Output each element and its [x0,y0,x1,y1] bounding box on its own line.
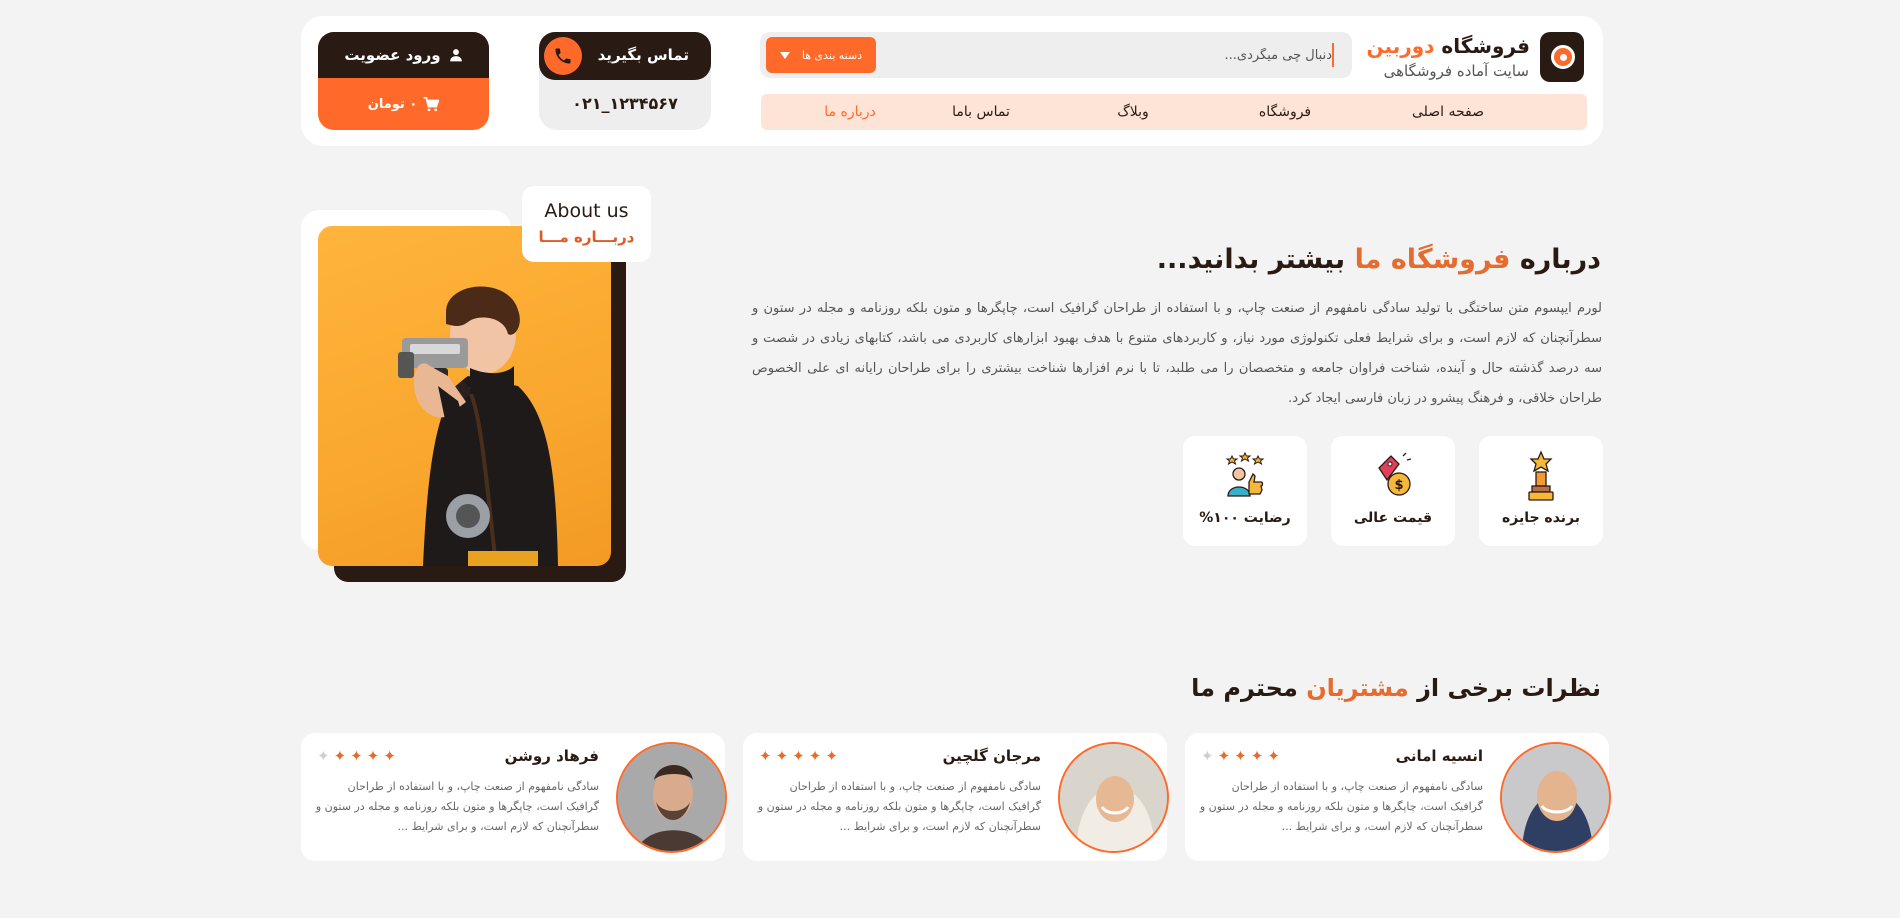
star-icon: ✦ [759,747,772,765]
phone-icon [544,37,582,75]
star-icon: ✦ [825,747,838,765]
search-input[interactable] [952,43,1332,67]
phone-number[interactable]: ۰۲۱_۱۲۳۴۵۶۷ [539,94,711,113]
nav-item[interactable]: تماس باما [905,104,1057,120]
rating-stars: ✦ ✦ ✦ ✦ ✦ [317,747,396,765]
star-icon: ✦ [1217,747,1231,765]
brand-accent: دوربین [1366,34,1435,58]
search-bar: دسته بندی ها [760,32,1352,78]
review-text: سادگی نامفهوم از صنعت چاپ، و با استفاده … [315,780,599,833]
star-empty-icon: ✦ [1201,747,1214,765]
reviewer-name: فرهاد روشن [504,747,599,765]
testimonial-card: انسیه امانی ✦ ✦ ✦ ✦ ✦ سادگی نامفهوم از ص… [1185,733,1611,861]
avatar [1058,742,1169,853]
reviewer-name: مرجان گلچین [942,747,1041,765]
star-icon: ✦ [808,747,822,765]
star-icon: ✦ [350,747,363,765]
about-tag-fa: دربـــاره مـــا [538,228,635,246]
feature-card: $ قیمت عالی [1331,436,1455,546]
caret-down-icon [779,51,790,59]
rating-stars: ✦ ✦ ✦ ✦ ✦ [759,747,838,765]
about-title-post: بیشتر بدانید... [1156,244,1346,275]
avatar [1500,742,1611,853]
about-title-accent: فروشگاه ما [1354,244,1511,275]
reviewer-name: انسیه امانی [1395,747,1483,765]
feature-card: رضایت ۱۰۰% [1183,436,1307,546]
about-paragraph: لورم ایپسوم متن ساختگی با تولید سادگی نا… [752,301,1602,406]
svg-text:$: $ [1394,478,1403,493]
about-tag-en: About us [544,200,629,222]
cart-icon [423,96,440,111]
testimonials-title-accent: مشتریان [1306,674,1409,702]
brand-main: فروشگاه [1441,34,1530,58]
star-empty-icon: ✦ [317,747,330,765]
testimonial-card: فرهاد روشن ✦ ✦ ✦ ✦ ✦ سادگی نامفهوم از صن… [301,733,727,861]
brand-tagline: سایت آماده فروشگاهی [1383,62,1529,80]
cart-total: ۰ تومان [367,96,418,112]
account-box: ورود عضویت ۰ تومان [318,32,489,130]
star-icon: ✦ [775,747,789,765]
camera-logo-icon[interactable] [1540,32,1584,82]
nav-item[interactable]: فروشگاه [1209,104,1361,120]
categories-label: دسته بندی ها [801,48,863,62]
feature-label: رضایت ۱۰۰% [1199,510,1291,526]
about-title-pre: درباره [1519,244,1601,275]
user-icon [449,49,462,62]
review-text: سادگی نامفهوم از صنعت چاپ، و با استفاده … [1199,780,1483,833]
nav-item[interactable]: صفحه اصلی [1361,104,1535,120]
cart-button[interactable]: ۰ تومان [318,78,489,130]
star-icon: ✦ [333,747,347,765]
contact-button[interactable]: تماس بگیرید [539,32,711,80]
contact-label: تماس بگیرید [597,46,689,64]
price-tag-icon: $ [1373,450,1413,502]
feature-label: قیمت عالی [1353,510,1433,526]
about-tag: About us دربـــاره مـــا [522,186,651,262]
search-separator [1332,43,1334,67]
star-icon: ✦ [1250,747,1264,765]
star-icon: ✦ [1234,747,1247,765]
testimonials-title: نظرات برخی از مشتریان محترم ما [1191,674,1601,702]
nav-item[interactable]: وبلاگ [1057,104,1209,120]
brand-name[interactable]: فروشگاه دوربین [1367,34,1530,58]
avatar [616,742,727,853]
testimonials-title-pre: نظرات برخی از [1417,674,1601,702]
rating-stars: ✦ ✦ ✦ ✦ ✦ [1201,747,1280,765]
testimonial-card: مرجان گلچین ✦ ✦ ✦ ✦ ✦ سادگی نامفهوم از ص… [743,733,1169,861]
review-text: سادگی نامفهوم از صنعت چاپ، و با استفاده … [757,780,1041,833]
login-label: ورود عضویت [344,46,441,64]
star-icon: ✦ [366,747,380,765]
nav-item[interactable]: درباره ما [795,104,905,120]
lens-dot [1560,54,1567,61]
contact-box: تماس بگیرید ۰۲۱_۱۲۳۴۵۶۷ [539,32,711,130]
feature-card: برنده جایزه [1479,436,1603,546]
main-nav: صفحه اصلی فروشگاه وبلاگ تماس باما درباره ما [761,94,1587,130]
categories-dropdown-button[interactable]: دسته بندی ها [766,37,876,73]
trophy-icon [1521,450,1561,502]
photographer-image [318,226,611,566]
star-icon: ✦ [792,747,805,765]
star-icon: ✦ [1267,747,1280,765]
feature-label: برنده جایزه [1501,510,1581,526]
login-register-button[interactable]: ورود عضویت [318,32,489,78]
satisfaction-icon [1225,450,1265,502]
testimonials-title-post: محترم ما [1191,674,1298,702]
about-title: درباره فروشگاه ما بیشتر بدانید... [1157,244,1601,275]
star-icon: ✦ [383,747,396,765]
